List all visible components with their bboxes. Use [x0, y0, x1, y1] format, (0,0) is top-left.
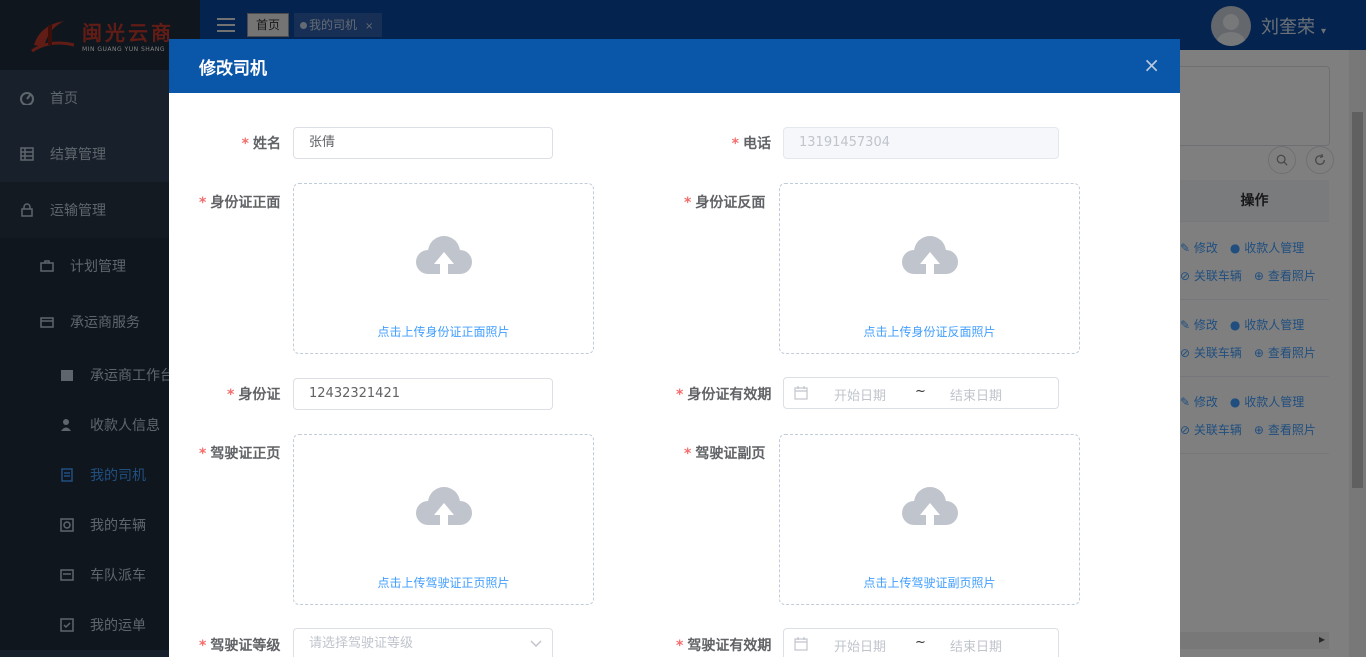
name-input[interactable]: 张倩 — [293, 127, 553, 159]
start-date-input[interactable]: 开始日期 — [834, 636, 886, 655]
end-date-input[interactable]: 结束日期 — [950, 636, 1002, 655]
edit-driver-dialog: 修改司机 × * 姓名 张倩 * 电话 13191457304 * 身份证正面 点击上… — [169, 39, 1180, 657]
required-mark: * — [199, 446, 207, 462]
close-icon[interactable]: × — [1143, 55, 1160, 75]
upload-hint: 点击上传驾驶证正页照片 — [377, 576, 510, 590]
id-front-label: * 身份证正面 — [199, 195, 281, 211]
license-back-label: * 驾驶证副页 — [684, 446, 766, 462]
upload-cloud-icon — [902, 236, 958, 276]
required-mark: * — [684, 446, 692, 462]
start-date-input[interactable]: 开始日期 — [834, 385, 886, 404]
id-front-upload[interactable]: 点击上传身份证正面照片 — [293, 183, 594, 354]
id-validity-range[interactable]: 开始日期 ~ 结束日期 — [783, 377, 1059, 409]
required-mark: * — [676, 638, 684, 654]
upload-cloud-icon — [416, 236, 472, 276]
upload-hint: 点击上传身份证反面照片 — [863, 325, 996, 339]
end-date-input[interactable]: 结束日期 — [950, 385, 1002, 404]
calendar-icon — [794, 637, 808, 651]
id-number-input[interactable]: 12432321421 — [293, 378, 553, 410]
required-mark: * — [199, 638, 207, 654]
required-mark: * — [684, 195, 692, 211]
license-front-label: * 驾驶证正页 — [199, 446, 281, 462]
range-separator: ~ — [915, 384, 926, 399]
upload-cloud-icon — [902, 487, 958, 527]
license-validity-label: * 驾驶证有效期 — [676, 638, 772, 654]
phone-label: * 电话 — [731, 136, 771, 152]
license-validity-range[interactable]: 开始日期 ~ 结束日期 — [783, 628, 1059, 657]
required-mark: * — [676, 387, 684, 403]
upload-cloud-icon — [416, 487, 472, 527]
required-mark: * — [731, 136, 739, 152]
upload-hint: 点击上传驾驶证副页照片 — [863, 576, 996, 590]
id-back-upload[interactable]: 点击上传身份证反面照片 — [779, 183, 1080, 354]
chevron-down-icon — [530, 640, 542, 648]
id-number-label: * 身份证 — [227, 387, 281, 403]
id-back-label: * 身份证反面 — [684, 195, 766, 211]
license-front-upload[interactable]: 点击上传驾驶证正页照片 — [293, 434, 594, 605]
required-mark: * — [199, 195, 207, 211]
dialog-title: 修改司机 — [199, 58, 267, 79]
dialog-header: 修改司机 × — [169, 39, 1180, 93]
calendar-icon — [794, 386, 808, 400]
name-label: * 姓名 — [241, 136, 281, 152]
required-mark: * — [227, 387, 235, 403]
phone-input: 13191457304 — [783, 127, 1059, 159]
license-back-upload[interactable]: 点击上传驾驶证副页照片 — [779, 434, 1080, 605]
range-separator: ~ — [915, 635, 926, 650]
select-placeholder: 请选择驾驶证等级 — [309, 636, 414, 651]
license-class-label: * 驾驶证等级 — [199, 638, 281, 654]
upload-hint: 点击上传身份证正面照片 — [377, 325, 510, 339]
id-validity-label: * 身份证有效期 — [676, 387, 772, 403]
license-class-select[interactable]: 请选择驾驶证等级 — [293, 628, 553, 657]
required-mark: * — [241, 136, 249, 152]
